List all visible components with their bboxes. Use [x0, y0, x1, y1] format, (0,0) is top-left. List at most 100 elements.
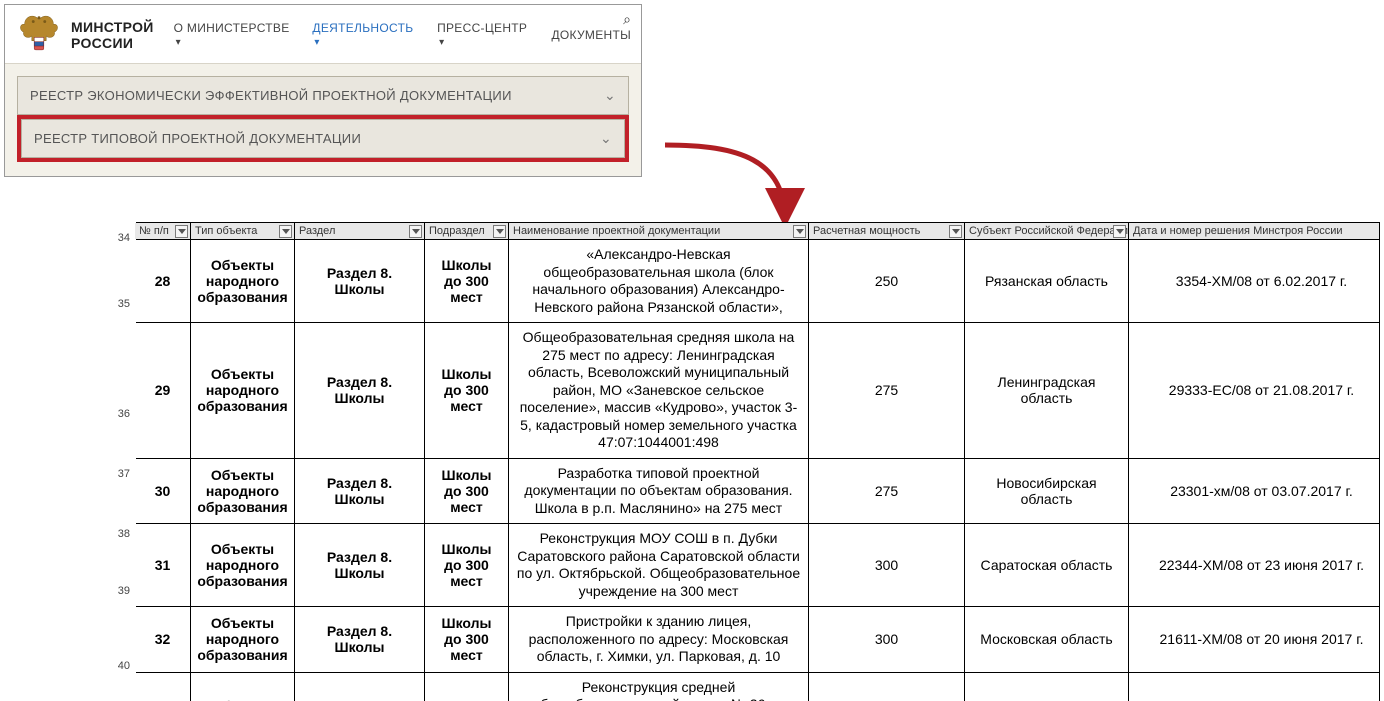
- brand-line2: РОССИИ: [71, 35, 154, 51]
- table-cell: «Александро-Невская общеобразовательная …: [509, 240, 809, 323]
- row-number: 39: [110, 585, 130, 597]
- row-gutter: 34 35 36 37 38 39 40: [110, 222, 136, 701]
- table-cell: Школы до 300 мест: [425, 458, 509, 524]
- table-cell: 32: [135, 607, 191, 673]
- table-row: 28Объекты народного образованияРаздел 8.…: [135, 240, 1381, 323]
- table-cell: Саратоская область: [965, 524, 1129, 607]
- cell-text: Разработка типовой проектной документаци…: [524, 465, 792, 516]
- table-cell: 33: [135, 672, 191, 701]
- table-cell: 21611-ХМ/08 от 20 июня 2017 г.: [1129, 607, 1381, 673]
- main-nav: О МИНИСТЕРСТВЕ▾ ДЕЯТЕЛЬНОСТЬ▾ ПРЕСС-ЦЕНТ…: [174, 21, 631, 49]
- cell-text: Московская область: [980, 631, 1112, 647]
- cell-text: Объекты народного образования: [197, 257, 287, 305]
- table-cell: Разработка типовой проектной документаци…: [509, 458, 809, 524]
- table-cell: 300: [809, 524, 965, 607]
- search-icon[interactable]: ⌕: [623, 11, 631, 28]
- table-cell: 300: [809, 672, 965, 701]
- cell-text: Рязанская область: [985, 273, 1108, 289]
- filter-icon[interactable]: [279, 225, 292, 238]
- table-cell: Московская область: [965, 672, 1129, 701]
- nav-activity[interactable]: ДЕЯТЕЛЬНОСТЬ ▾: [312, 21, 415, 49]
- cell-text: 28: [155, 273, 171, 289]
- filter-icon[interactable]: [409, 225, 422, 238]
- col-region[interactable]: Субъект Российской Федерации: [965, 223, 1129, 240]
- registry-effective-label: РЕЕСТР ЭКОНОМИЧЕСКИ ЭФФЕКТИВНОЙ ПРОЕКТНО…: [30, 88, 512, 103]
- table-header-row: № п/п Тип объекта Раздел Подраздел Наиме…: [135, 223, 1381, 240]
- col-capacity[interactable]: Расчетная мощность: [809, 223, 965, 240]
- chevron-down-icon: ▾: [314, 37, 319, 48]
- filter-icon[interactable]: [793, 225, 806, 238]
- table-cell: 300: [809, 607, 965, 673]
- cell-text: Новосибирская область: [996, 475, 1096, 507]
- cell-text: Раздел 8. Школы: [327, 623, 392, 655]
- filter-icon[interactable]: [175, 225, 188, 238]
- cell-text: 32: [155, 631, 171, 647]
- emblem-icon: [15, 11, 63, 59]
- table-cell: Рязанская область: [965, 240, 1129, 323]
- table-cell: Пристройки к зданию лицея, расположенног…: [509, 607, 809, 673]
- table-cell: Новосибирская область: [965, 458, 1129, 524]
- table-cell: 29333-ЕС/08 от 21.08.2017 г.: [1129, 323, 1381, 459]
- cell-text: Школы до 300 мест: [442, 615, 492, 663]
- brand-line1: МИНСТРОЙ: [71, 19, 154, 35]
- ministry-nav-panel: ⌕ МИНСТРОЙ РОССИИ О МИНИСТЕРСТВЕ▾ ДЕЯТЕЛ…: [4, 4, 642, 177]
- table-row: 32 Объекты народного образования Раздел 8.…: [135, 607, 1381, 673]
- table-cell: Школы до 300 мест: [425, 672, 509, 701]
- nav-activity-label: ДЕЯТЕЛЬНОСТЬ: [312, 21, 413, 35]
- cell-text: 300: [875, 631, 898, 647]
- table-row: 29Объекты народного образованияРаздел 8.…: [135, 323, 1381, 459]
- col-subsection[interactable]: Подраздел: [425, 223, 509, 240]
- row-number: 36: [110, 408, 130, 420]
- cell-text: Раздел 8. Школы: [327, 475, 392, 507]
- cell-text: Общеобразовательная средняя школа на 275…: [520, 329, 798, 450]
- table-cell: 250: [809, 240, 965, 323]
- filter-icon[interactable]: [949, 225, 962, 238]
- filter-icon[interactable]: [493, 225, 506, 238]
- table-cell: Школы до 300 мест: [425, 323, 509, 459]
- cell-text: Раздел 8. Школы: [327, 374, 392, 406]
- col-resolution[interactable]: Дата и номер решения Минстроя России: [1129, 223, 1381, 240]
- cell-text: Саратоская область: [981, 557, 1113, 573]
- col-subsection-label: Подраздел: [429, 225, 485, 237]
- table-cell: 275: [809, 458, 965, 524]
- cell-text: 29: [155, 382, 171, 398]
- chevron-down-icon: ▾: [439, 37, 444, 48]
- row-number: 38: [110, 528, 130, 540]
- cell-text: 250: [875, 273, 898, 289]
- topbar: ⌕ МИНСТРОЙ РОССИИ О МИНИСТЕРСТВЕ▾ ДЕЯТЕЛ…: [5, 5, 641, 64]
- table-cell: Раздел 8. Школы: [295, 323, 425, 459]
- cell-text: Объекты народного образования: [197, 615, 287, 663]
- col-section[interactable]: Раздел: [295, 223, 425, 240]
- table-cell: Ленинградская область: [965, 323, 1129, 459]
- table-cell: 28: [135, 240, 191, 323]
- nav-press[interactable]: ПРЕСС-ЦЕНТР▾: [437, 21, 529, 49]
- cell-text: 23301-хм/08 от 03.07.2017 г.: [1170, 483, 1353, 499]
- cell-text: 275: [875, 483, 898, 499]
- registry-table-wrap: 34 35 36 37 38 39 40 № п/п Тип объекта Р…: [110, 222, 1380, 701]
- table-cell: 31: [135, 524, 191, 607]
- table-cell: 21611-ХМ/08 от 20 июня 2017 г.: [1129, 672, 1381, 701]
- registry-effective-dropdown[interactable]: РЕЕСТР ЭКОНОМИЧЕСКИ ЭФФЕКТИВНОЙ ПРОЕКТНО…: [17, 76, 629, 115]
- nav-documents[interactable]: ДОКУМЕНТЫ: [551, 28, 631, 42]
- table-cell: 275: [809, 323, 965, 459]
- cell-text: 300: [875, 557, 898, 573]
- col-num[interactable]: № п/п: [135, 223, 191, 240]
- col-type[interactable]: Тип объекта: [191, 223, 295, 240]
- row-number: 37: [110, 468, 130, 480]
- table-cell: Реконструкция средней общеобразовательно…: [509, 672, 809, 701]
- col-name[interactable]: Наименование проектной документации: [509, 223, 809, 240]
- cell-text: 21611-ХМ/08 от 20 июня 2017 г.: [1160, 631, 1364, 647]
- col-region-label: Субъект Российской Федерации: [969, 225, 1129, 237]
- nav-about-label: О МИНИСТЕРСТВЕ: [174, 21, 290, 35]
- table-cell: 22344-ХМ/08 от 23 июня 2017 г.: [1129, 524, 1381, 607]
- registry-typical-dropdown[interactable]: РЕЕСТР ТИПОВОЙ ПРОЕКТНОЙ ДОКУМЕНТАЦИИ ⌄: [21, 119, 625, 158]
- nav-about[interactable]: О МИНИСТЕРСТВЕ▾: [174, 21, 291, 49]
- table-row: 33Объекты народного образованияРаздел 8.…: [135, 672, 1381, 701]
- table-row: 30Объекты народного образованияРаздел 8.…: [135, 458, 1381, 524]
- cell-text: 31: [155, 557, 171, 573]
- registry-table: № п/п Тип объекта Раздел Подраздел Наиме…: [134, 222, 1380, 701]
- table-cell: Объекты народного образования: [191, 607, 295, 673]
- cell-text: Реконструкция МОУ СОШ в п. Дубки Саратов…: [517, 530, 800, 599]
- cell-text: Школы до 300 мест: [442, 366, 492, 414]
- filter-icon[interactable]: [1113, 225, 1126, 238]
